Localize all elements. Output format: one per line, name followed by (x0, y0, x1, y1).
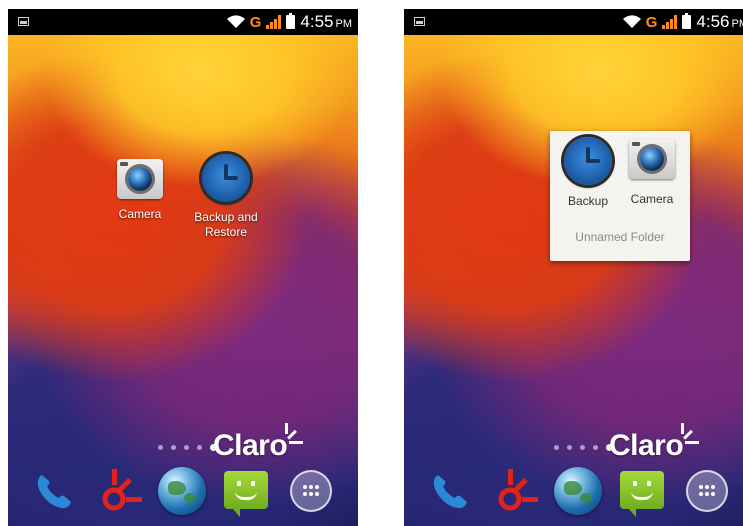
home-screen-right: G 4:56PM Backup and Camera Unnamed Folde… (404, 9, 743, 526)
wifi-icon (622, 15, 641, 29)
camera-icon (629, 139, 675, 179)
network-type: G (249, 13, 262, 31)
dock (8, 463, 358, 523)
page-dot (567, 445, 572, 450)
folder-popup: Backup and Camera Unnamed Folder (550, 131, 690, 261)
home-screen-left: G 4:55 PM Camera Backup and Restore Claro (8, 9, 358, 526)
page-dot (171, 445, 176, 450)
wifi-icon (226, 15, 245, 29)
clock: 4:56PM (696, 12, 743, 31)
camera-label: Camera (118, 207, 162, 221)
backup-restore-label: Backup and Restore (194, 210, 258, 239)
battery-icon (286, 13, 296, 29)
page-dot (554, 445, 559, 450)
claro-rays-icon (681, 423, 700, 444)
camera-app-icon[interactable]: Camera (102, 159, 178, 222)
camera-icon (117, 159, 163, 199)
messaging-icon[interactable] (224, 471, 268, 517)
page-dot (580, 445, 585, 450)
phone-icon[interactable] (426, 467, 474, 515)
page-indicator (158, 444, 217, 451)
apps-drawer-icon[interactable] (290, 470, 332, 512)
backup-clock-icon (202, 154, 250, 202)
apps-drawer-icon[interactable] (686, 470, 728, 512)
claro-logo: Claro (609, 423, 700, 463)
browser-globe-icon[interactable] (158, 467, 206, 515)
phone-icon[interactable] (30, 467, 78, 515)
folder-camera-app-icon[interactable]: Camera (622, 139, 682, 207)
folder-camera-label: Camera (630, 192, 674, 206)
clock: 4:55 PM (300, 12, 352, 31)
network-type: G (645, 13, 658, 31)
battery-icon (682, 13, 692, 29)
browser-globe-icon[interactable] (554, 467, 602, 515)
page-indicator (554, 444, 613, 451)
signal-strength-icon (662, 15, 678, 29)
folder-name-field[interactable]: Unnamed Folder (550, 230, 690, 244)
folder-backup-label: Backup and (567, 194, 609, 208)
screenshot-notification-icon (18, 17, 29, 26)
messaging-icon[interactable] (620, 471, 664, 517)
claro-app-icon[interactable] (490, 467, 538, 515)
claro-rays-icon (285, 423, 304, 444)
status-bar: G 4:56PM (404, 9, 743, 35)
screenshot-notification-icon (414, 17, 425, 26)
page-dot (184, 445, 189, 450)
backup-clock-icon (564, 137, 612, 185)
claro-logo: Claro (213, 423, 304, 463)
claro-app-icon[interactable] (94, 467, 142, 515)
dock (404, 463, 743, 523)
status-bar: G 4:55 PM (8, 9, 358, 35)
page-dot (197, 445, 202, 450)
folder-backup-app-icon[interactable]: Backup and (558, 137, 618, 209)
page-dot (158, 445, 163, 450)
page-dot (593, 445, 598, 450)
signal-strength-icon (266, 15, 282, 29)
backup-restore-app-icon[interactable]: Backup and Restore (188, 154, 264, 240)
